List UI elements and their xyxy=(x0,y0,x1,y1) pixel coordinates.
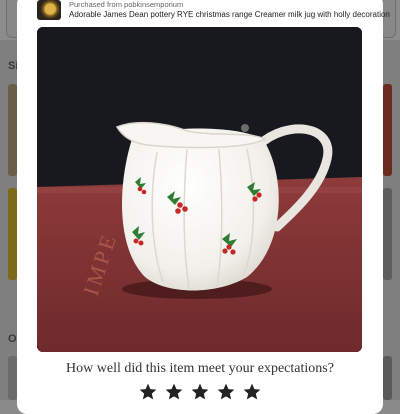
item-title: Adorable James Dean pottery RYE christma… xyxy=(69,10,390,19)
background-thumbnail xyxy=(383,84,392,176)
item-thumbnail xyxy=(37,0,61,20)
creamer-jug-photo: IMPE xyxy=(37,27,362,352)
background-thumbnail xyxy=(8,84,17,176)
background-thumbnail xyxy=(8,188,17,280)
background-thumbnail xyxy=(383,188,392,280)
purchased-from-text: Purchased from pobkinsemporium xyxy=(69,0,184,9)
star-5-icon[interactable] xyxy=(242,382,262,402)
star-2-icon[interactable] xyxy=(164,382,184,402)
item-photo: IMPE xyxy=(37,27,362,352)
star-1-icon[interactable] xyxy=(138,382,158,402)
star-3-icon[interactable] xyxy=(190,382,210,402)
purchase-header: Purchased from pobkinsemporium Adorable … xyxy=(37,0,390,22)
expectations-question: How well did this item meet your expecta… xyxy=(66,361,334,376)
star-4-icon[interactable] xyxy=(216,382,236,402)
background-section-label: O xyxy=(8,333,17,345)
star-rating[interactable] xyxy=(138,382,268,406)
